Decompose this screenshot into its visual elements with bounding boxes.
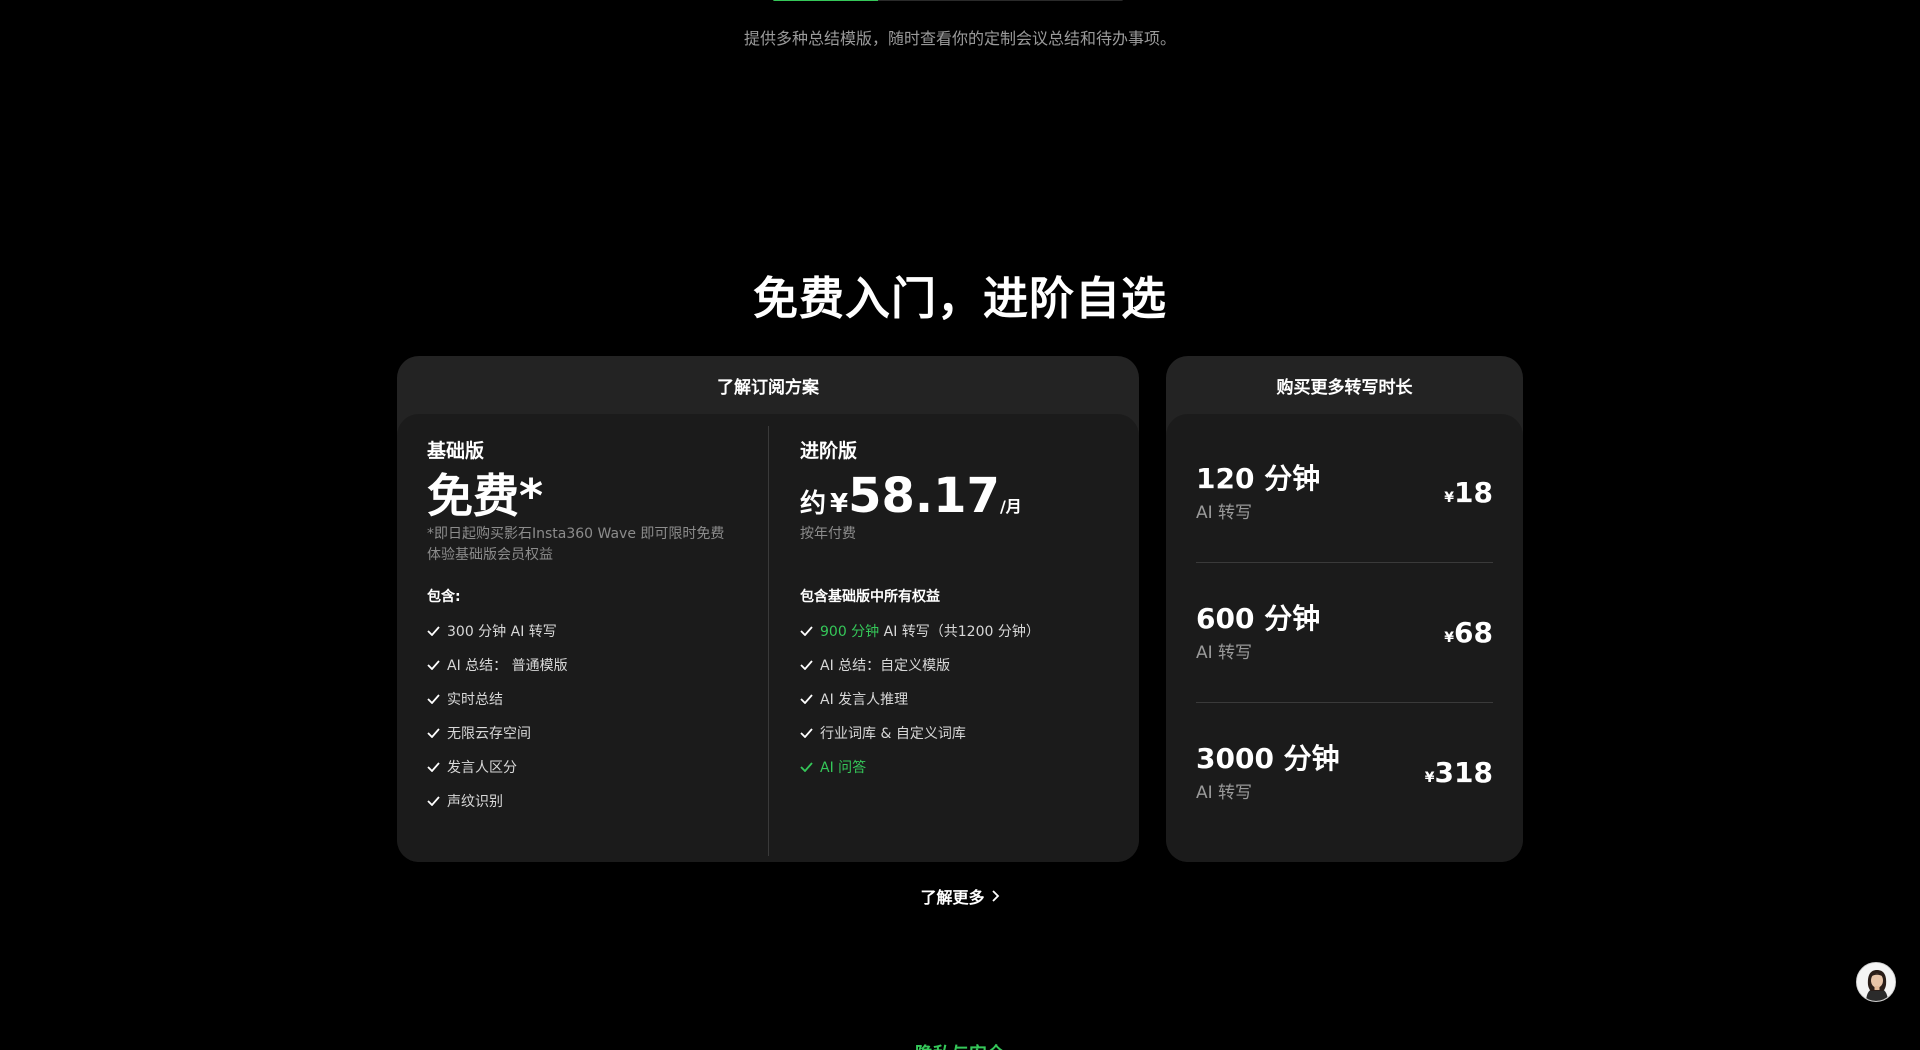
section-progress-bar: [773, 0, 1123, 1]
buy-option-price: ¥318: [1425, 756, 1493, 789]
chevron-right-icon: [991, 890, 999, 902]
plan-pro-features-head: 包含基础版中所有权益: [800, 589, 940, 605]
feature-label: 无限云存空间: [447, 726, 531, 742]
check-icon: [427, 728, 440, 738]
feature-item: 900 分钟 AI 转写（共1200 分钟）: [800, 614, 1040, 648]
learn-more-link[interactable]: 了解更多: [0, 884, 1920, 908]
buy-option-label: AI 转写: [1196, 502, 1253, 523]
check-icon: [800, 660, 813, 670]
plan-pro-price-prefix: 约: [800, 489, 827, 519]
feature-label: 声纹识别: [447, 794, 503, 810]
subscription-card: 了解订阅方案 基础版 免费* *即日起购买影石Insta360 Wave 即可限…: [397, 356, 1139, 862]
plan-pro: 进阶版 约 ¥ 58.17 /月 按年付费: [800, 436, 1120, 545]
buy-minutes-card-body: 120 分钟 AI 转写 ¥18 600 分钟 AI 转写 ¥68 3000 分: [1166, 414, 1523, 862]
plan-basic-name: 基础版: [427, 440, 485, 462]
support-agent-avatar-icon: [1857, 963, 1895, 1001]
buy-option-currency: ¥: [1424, 770, 1435, 786]
feature-item: 实时总结: [427, 682, 568, 716]
plan-pro-price-unit: /月: [999, 497, 1022, 516]
plan-basic-price: 免费*: [427, 469, 544, 523]
feature-highlight: 900 分钟: [820, 624, 880, 640]
feature-label: 发言人区分: [447, 760, 517, 776]
buy-option-120[interactable]: 120 分钟 AI 转写 ¥18: [1196, 422, 1493, 562]
feature-item: AI 发言人推理: [800, 682, 1040, 716]
learn-more-label: 了解更多: [920, 888, 985, 907]
plan-pro-price-amount: 58.17: [848, 468, 1000, 524]
feature-label: 实时总结: [447, 692, 503, 708]
plan-pro-features: 900 分钟 AI 转写（共1200 分钟） AI 总结：自定义模版 AI 发言…: [800, 614, 1040, 784]
feature-item: AI 总结：自定义模版: [800, 648, 1040, 682]
support-avatar-button[interactable]: [1856, 962, 1896, 1002]
plan-pro-price-currency: ¥: [830, 489, 849, 519]
subscription-card-header: 了解订阅方案: [717, 377, 819, 398]
buy-minutes-card: 购买更多转写时长 120 分钟 AI 转写 ¥18 600 分钟 AI 转写 ¥…: [1166, 356, 1523, 862]
check-icon: [427, 694, 440, 704]
buy-option-amount: 18: [1454, 475, 1493, 509]
plan-pro-name: 进阶版: [800, 440, 858, 462]
plan-basic-features-head: 包含:: [427, 589, 461, 605]
buy-option-info: 600 分钟 AI 转写: [1196, 602, 1320, 663]
buy-option-600[interactable]: 600 分钟 AI 转写 ¥68: [1196, 562, 1493, 702]
plan-basic: 基础版 免费* *即日起购买影石Insta360 Wave 即可限时免费体验基础…: [427, 436, 737, 566]
check-icon: [800, 694, 813, 704]
check-icon: [427, 660, 440, 670]
feature-subtitle: 提供多种总结模版，随时查看你的定制会议总结和待办事项。: [743, 29, 1176, 48]
plan-basic-note: *即日起购买影石Insta360 Wave 即可限时免费体验基础版会员权益: [427, 526, 725, 563]
pricing-title: 免费入门，进阶自选: [752, 272, 1167, 325]
buy-option-amount: 318: [1434, 756, 1493, 789]
subscription-card-body: 基础版 免费* *即日起购买影石Insta360 Wave 即可限时免费体验基础…: [397, 414, 1139, 862]
check-icon: [427, 762, 440, 772]
buy-option-3000[interactable]: 3000 分钟 AI 转写 ¥318: [1196, 702, 1493, 842]
section-progress-fill: [773, 0, 878, 1]
buy-option-price: ¥18: [1444, 476, 1493, 509]
buy-option-minutes: 120 分钟: [1196, 461, 1321, 495]
feature-label: AI 问答: [820, 760, 867, 776]
feature-label: AI 总结：自定义模版: [820, 658, 951, 674]
feature-item: 行业词库 & 自定义词库: [800, 716, 1040, 750]
feature-item: AI 问答: [800, 750, 1040, 784]
feature-label: AI 发言人推理: [820, 692, 909, 708]
check-icon: [800, 626, 813, 636]
buy-minutes-card-header: 购买更多转写时长: [1276, 377, 1413, 398]
check-icon: [427, 626, 440, 636]
feature-label: 300 分钟 AI 转写: [447, 624, 557, 640]
feature-item: AI 总结： 普通模版: [427, 648, 568, 682]
plan-pro-note: 按年付费: [800, 526, 856, 542]
buy-option-price: ¥68: [1444, 616, 1493, 649]
buy-option-amount: 68: [1454, 616, 1493, 649]
page: 提供多种总结模版，随时查看你的定制会议总结和待办事项。 免费入门，进阶自选 了解…: [0, 0, 1920, 1050]
feature-item: 300 分钟 AI 转写: [427, 614, 568, 648]
buy-option-currency: ¥: [1444, 630, 1455, 646]
plan-divider: [768, 426, 769, 856]
feature-item: 发言人区分: [427, 750, 568, 784]
feature-item: 声纹识别: [427, 784, 568, 818]
buy-option-info: 3000 分钟 AI 转写: [1196, 742, 1340, 803]
buy-option-minutes: 3000 分钟: [1196, 742, 1340, 775]
plan-pro-price: 约 ¥ 58.17 /月: [800, 468, 1120, 524]
feature-label: AI 转写（共1200 分钟）: [879, 624, 1040, 640]
buy-option-label: AI 转写: [1196, 643, 1253, 663]
buy-option-currency: ¥: [1444, 489, 1455, 506]
buy-option-info: 120 分钟 AI 转写: [1196, 462, 1320, 523]
check-icon: [427, 796, 440, 806]
check-icon: [800, 762, 813, 772]
buy-option-minutes: 600 分钟: [1196, 602, 1321, 635]
privacy-section-title: 隐私与安全: [0, 1040, 1920, 1050]
buy-option-label: AI 转写: [1196, 783, 1253, 803]
feature-label: 行业词库 & 自定义词库: [820, 726, 966, 742]
feature-item: 无限云存空间: [427, 716, 568, 750]
check-icon: [800, 728, 813, 738]
feature-label: AI 总结： 普通模版: [447, 658, 568, 674]
plan-basic-features: 300 分钟 AI 转写 AI 总结： 普通模版 实时总结 无限云存空间 发言人…: [427, 614, 568, 818]
